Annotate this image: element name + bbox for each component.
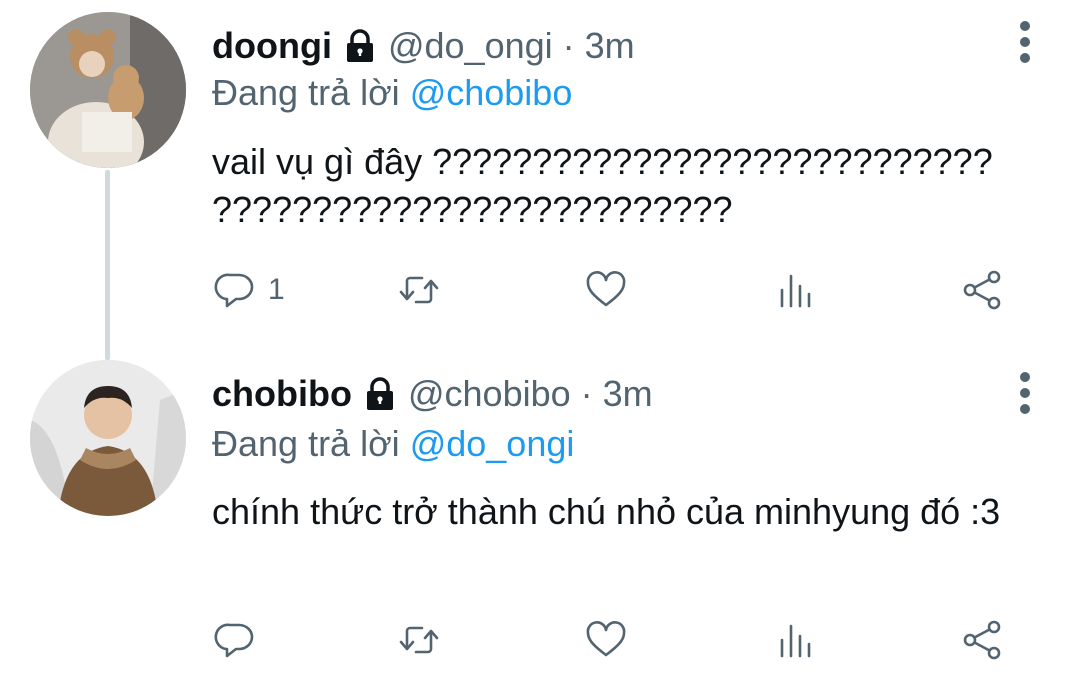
user-handle[interactable]: @chobibo [408, 373, 571, 415]
stats-icon [780, 624, 811, 658]
reply-count: 1 [268, 273, 285, 306]
stats-icon [780, 274, 811, 308]
mention-link[interactable]: @chobibo [410, 72, 573, 113]
reply-icon [214, 623, 254, 658]
more-vertical-icon[interactable] [1018, 17, 1032, 67]
replying-to: Đang trả lời @do_ongi [212, 423, 574, 465]
separator-dot: · [562, 25, 575, 66]
share-icon [963, 270, 1001, 310]
user-handle[interactable]: @do_ongi [388, 25, 553, 67]
share-button[interactable] [960, 615, 1004, 665]
more-vertical-icon[interactable] [1018, 368, 1032, 418]
tweet-actions [212, 615, 1012, 665]
replying-to-label: Đang trả lời [212, 423, 410, 464]
display-name[interactable]: doongi [212, 25, 332, 67]
timestamp[interactable]: 3m [603, 373, 653, 415]
stats-button[interactable] [774, 265, 818, 315]
retweet-button[interactable] [397, 615, 441, 665]
tweet-actions: 1 [212, 265, 1012, 315]
share-button[interactable] [960, 265, 1004, 315]
like-icon [586, 271, 626, 307]
like-icon [586, 621, 626, 657]
avatar-image [30, 12, 186, 168]
display-name[interactable]: chobibo [212, 373, 352, 415]
lock-icon [342, 28, 378, 64]
stats-button[interactable] [774, 615, 818, 665]
reply-button[interactable]: 1 [212, 265, 285, 315]
lock-icon [362, 376, 398, 412]
tweet[interactable]: chobibo @chobibo · 3m Đang trả lời @do_o… [0, 345, 1080, 679]
reply-icon [214, 273, 254, 308]
retweet-icon [399, 626, 439, 654]
tweet-header: doongi @do_ongi · 3m [212, 16, 635, 76]
reply-button[interactable] [212, 615, 268, 665]
replying-to-label: Đang trả lời [212, 72, 410, 113]
tweet[interactable]: doongi @do_ongi · 3m Đang trả lời @chobi… [0, 0, 1080, 345]
avatar[interactable] [30, 360, 186, 516]
timestamp[interactable]: 3m [585, 25, 635, 67]
share-icon [963, 620, 1001, 660]
avatar-image [30, 360, 186, 516]
retweet-button[interactable] [397, 265, 441, 315]
mention-link[interactable]: @do_ongi [410, 423, 575, 464]
tweet-header: chobibo @chobibo · 3m [212, 364, 653, 424]
avatar[interactable] [30, 12, 186, 168]
tweet-text: vail vụ gì đây ?????????????????????????… [212, 141, 993, 230]
like-button[interactable] [584, 265, 628, 315]
tweet-text: chính thức trở thành chú nhỏ của minhyun… [212, 491, 1001, 532]
replying-to: Đang trả lời @chobibo [212, 72, 572, 114]
separator-dot: · [580, 373, 593, 414]
retweet-icon [399, 276, 439, 304]
like-button[interactable] [584, 615, 628, 665]
